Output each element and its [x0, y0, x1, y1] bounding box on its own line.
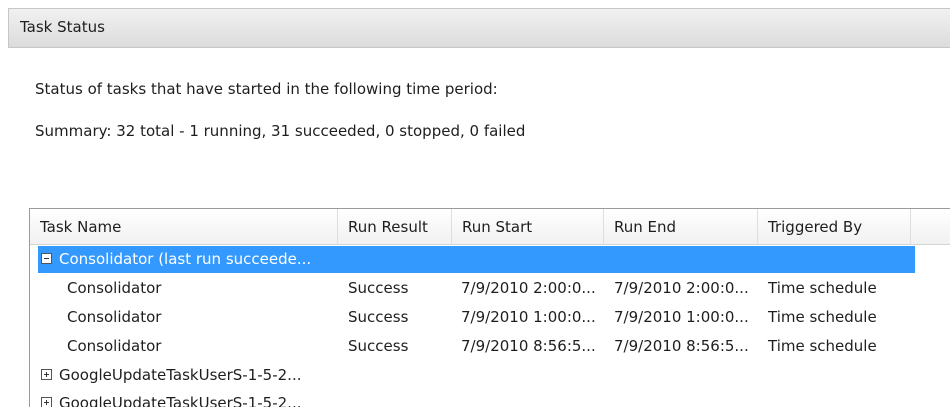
column-header-triggered-by[interactable]: Triggered By: [758, 209, 911, 245]
collapse-icon[interactable]: [41, 253, 52, 264]
run-start-cell: 7/9/2010 8:56:5...: [461, 337, 596, 355]
group-label: Consolidator (last run succeede...: [59, 250, 312, 268]
panel-header: Task Status: [8, 8, 950, 48]
group-row-googleupdate[interactable]: GoogleUpdateTaskUserS-1-5-2...: [30, 362, 950, 389]
triggered-by-cell: Time schedule: [768, 337, 877, 355]
run-end-cell: 7/9/2010 1:00:0...: [614, 308, 749, 326]
column-header-run-end[interactable]: Run End: [604, 209, 758, 245]
group-row-googleupdate[interactable]: GoogleUpdateTaskUserS-1-5-2...: [30, 390, 950, 407]
run-end-cell: 7/9/2010 2:00:0...: [614, 279, 749, 297]
run-result-cell: Success: [348, 337, 409, 355]
column-header-run-start[interactable]: Run Start: [452, 209, 604, 245]
run-start-cell: 7/9/2010 1:00:0...: [461, 308, 596, 326]
grid-header: Task Name Run Result Run Start Run End T…: [30, 209, 950, 245]
column-header-run-result[interactable]: Run Result: [338, 209, 452, 245]
task-grid: Task Name Run Result Run Start Run End T…: [29, 208, 950, 407]
expand-icon[interactable]: [41, 369, 52, 380]
group-label: GoogleUpdateTaskUserS-1-5-2...: [59, 366, 302, 384]
expand-icon[interactable]: [41, 397, 52, 407]
group-label: GoogleUpdateTaskUserS-1-5-2...: [59, 394, 302, 407]
group-row-consolidator[interactable]: Consolidator (last run succeede...: [38, 246, 915, 273]
period-description: Status of tasks that have started in the…: [35, 80, 498, 98]
panel-title: Task Status: [20, 18, 105, 36]
task-name-cell: Consolidator: [67, 337, 162, 355]
run-result-cell: Success: [348, 308, 409, 326]
summary-text: Summary: 32 total - 1 running, 31 succee…: [35, 122, 526, 140]
triggered-by-cell: Time schedule: [768, 308, 877, 326]
column-header-task-name[interactable]: Task Name: [30, 209, 338, 245]
run-result-cell: Success: [348, 279, 409, 297]
table-row[interactable]: Consolidator Success 7/9/2010 1:00:0... …: [30, 304, 950, 331]
run-start-cell: 7/9/2010 2:00:0...: [461, 279, 596, 297]
triggered-by-cell: Time schedule: [768, 279, 877, 297]
task-status-panel: Task Status Status of tasks that have st…: [0, 0, 950, 407]
table-row[interactable]: Consolidator Success 7/9/2010 8:56:5... …: [30, 333, 950, 360]
table-row[interactable]: Consolidator Success 7/9/2010 2:00:0... …: [30, 275, 950, 302]
task-name-cell: Consolidator: [67, 308, 162, 326]
run-end-cell: 7/9/2010 8:56:5...: [614, 337, 749, 355]
task-name-cell: Consolidator: [67, 279, 162, 297]
